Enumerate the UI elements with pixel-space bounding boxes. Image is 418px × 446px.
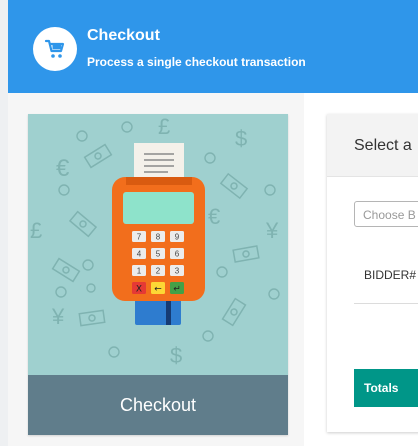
key-9: 9 bbox=[175, 233, 180, 242]
bidder-select-input[interactable]: Choose B bbox=[354, 201, 418, 227]
key-2: 2 bbox=[156, 267, 161, 276]
page-header: Checkout Process a single checkout trans… bbox=[8, 0, 418, 93]
dollar-symbol: $ bbox=[170, 343, 182, 368]
shopping-cart-icon bbox=[33, 27, 77, 71]
card-payment-illustration: £ € $ € £ ¥ ¥ $ 7 8 9 4 5 6 1 2 3 X ← ↵ bbox=[28, 114, 288, 375]
pound-symbol: £ bbox=[30, 218, 42, 243]
panel-header: Select a bbox=[327, 114, 418, 177]
yen-symbol: ¥ bbox=[265, 218, 279, 243]
payment-terminal-icon: 7 8 9 4 5 6 1 2 3 X ← ↵ bbox=[112, 143, 205, 325]
dollar-symbol: $ bbox=[235, 126, 247, 151]
cancel-key: X bbox=[136, 285, 142, 295]
key-4: 4 bbox=[137, 250, 142, 259]
key-6: 6 bbox=[175, 250, 180, 259]
content-area: £ € $ € £ ¥ ¥ $ 7 8 9 4 5 6 1 2 3 X ← ↵ … bbox=[8, 93, 418, 446]
enter-key: ↵ bbox=[173, 285, 181, 295]
key-8: 8 bbox=[156, 233, 161, 242]
key-7: 7 bbox=[137, 233, 142, 242]
clear-key: ← bbox=[154, 285, 162, 295]
page-title: Checkout bbox=[87, 27, 160, 44]
yen-symbol: ¥ bbox=[51, 304, 65, 329]
bidder-column-header: BIDDER# bbox=[364, 268, 417, 282]
table-divider bbox=[354, 303, 418, 304]
euro-symbol: € bbox=[208, 204, 220, 229]
checkout-page: Checkout Process a single checkout trans… bbox=[0, 0, 418, 446]
key-5: 5 bbox=[156, 250, 161, 259]
totals-bar: Totals bbox=[354, 369, 418, 407]
key-3: 3 bbox=[175, 267, 180, 276]
panel-title: Select a bbox=[354, 137, 412, 154]
checkout-card-label[interactable]: Checkout bbox=[28, 375, 288, 435]
left-column: £ € $ € £ ¥ ¥ $ 7 8 9 4 5 6 1 2 3 X ← ↵ … bbox=[8, 93, 304, 446]
pound-symbol: £ bbox=[158, 114, 170, 139]
page-subtitle: Process a single checkout transaction bbox=[87, 55, 306, 69]
checkout-card[interactable]: £ € $ € £ ¥ ¥ $ 7 8 9 4 5 6 1 2 3 X ← ↵ … bbox=[28, 114, 288, 435]
bidder-select-panel: Select a Choose B BIDDER# Totals bbox=[327, 114, 418, 432]
euro-symbol: € bbox=[56, 155, 70, 182]
key-1: 1 bbox=[137, 267, 142, 276]
